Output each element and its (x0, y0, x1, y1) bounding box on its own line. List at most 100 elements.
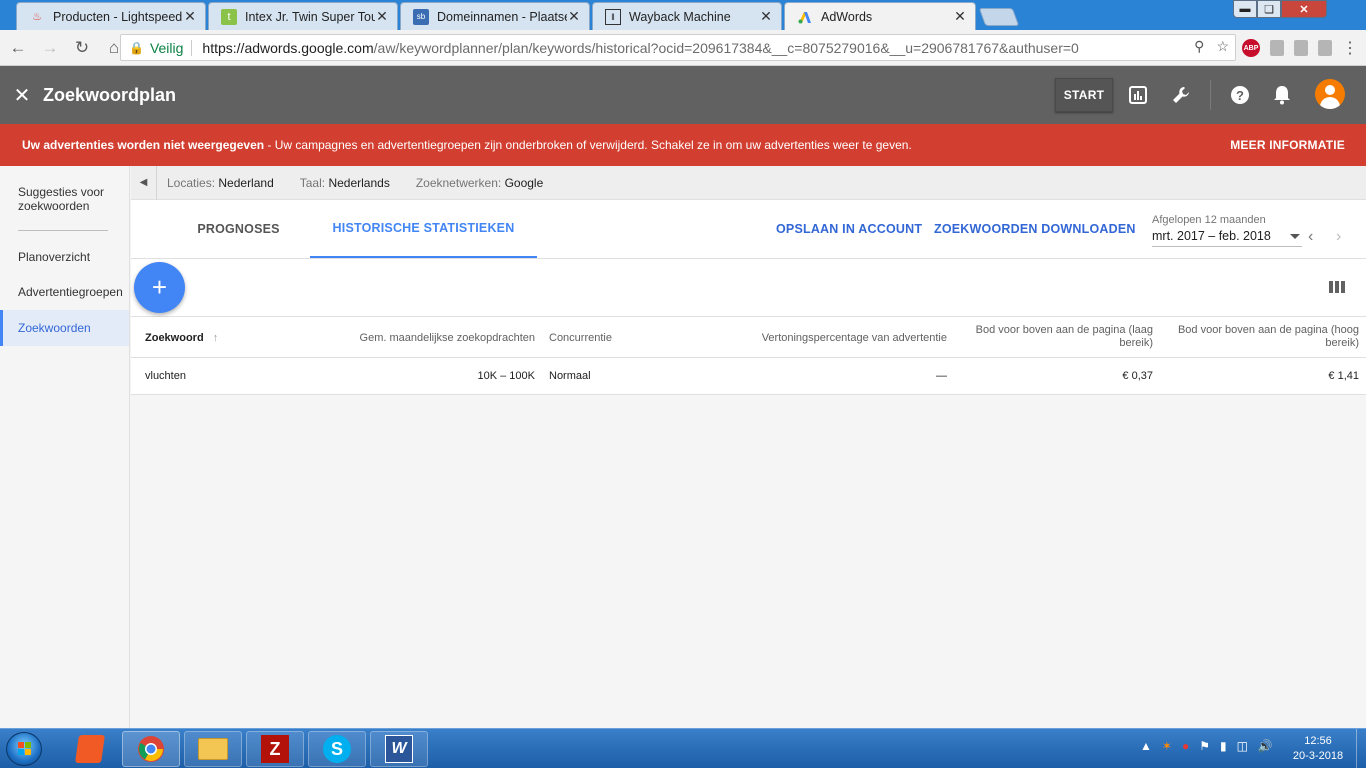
cell-bid-low: € 0,37 (1122, 370, 1153, 382)
header-competition[interactable]: Concurrentie (549, 332, 612, 345)
sidebar-item-plan-overview[interactable]: Planoverzicht (0, 250, 129, 264)
taskbar-app-acrobat-icon[interactable] (62, 732, 118, 766)
header-bid-high[interactable]: Bod voor boven aan de pagina (hoog berei… (1169, 324, 1359, 350)
tab-prognoses[interactable]: PROGNOSES (171, 200, 306, 258)
chevron-right-icon[interactable]: › (1336, 228, 1341, 246)
sidebar-item-keywords[interactable]: Zoekwoorden (0, 310, 129, 346)
columns-icon[interactable] (1329, 281, 1345, 293)
close-tab-icon[interactable]: ✕ (567, 8, 581, 25)
sb-icon: sb (413, 8, 429, 25)
collapse-sidebar-icon[interactable]: ◀ (131, 165, 157, 200)
forward-arrow-icon[interactable]: → (36, 34, 64, 62)
language-filter[interactable]: Taal: Nederlands (300, 176, 390, 190)
battery-icon[interactable]: ◫ (1237, 739, 1248, 753)
clock-date: 20-3-2018 (1292, 750, 1344, 762)
network-icon[interactable]: ▮ (1220, 739, 1227, 753)
download-keywords-button[interactable]: ZOEKWOORDEN DOWNLOADEN (934, 222, 1136, 236)
alert-tray-icon[interactable]: ● (1182, 739, 1189, 753)
alert-text: - Uw campagnes en advertentiegroepen zij… (264, 138, 912, 152)
add-keyword-button[interactable]: + (134, 262, 185, 313)
reload-icon[interactable]: ↻ (68, 34, 96, 62)
table-header: Zoekwoord ↑ Gem. maandelijkse zoekopdrac… (131, 317, 1366, 358)
save-to-account-button[interactable]: OPSLAAN IN ACCOUNT (776, 222, 922, 236)
chrome-menu-icon[interactable]: ⋮ (1342, 38, 1358, 58)
adblock-plus-icon[interactable]: ABP (1242, 39, 1260, 57)
close-tab-icon[interactable]: ✕ (375, 8, 389, 25)
taskbar-clock[interactable]: 12:56 20-3-2018 (1286, 734, 1350, 764)
header-avg-monthly-searches[interactable]: Gem. maandelijkse zoekopdrachten (345, 332, 535, 345)
tab-historical-stats[interactable]: HISTORISCHE STATISTIEKEN (310, 200, 537, 258)
extensions-area: ABP ⋮ (1242, 38, 1358, 58)
volume-icon[interactable]: 🔊 (1258, 739, 1273, 753)
start-button[interactable]: START (1055, 78, 1113, 112)
header-keyword[interactable]: Zoekwoord ↑ (145, 332, 218, 345)
taskbar-app-word-icon[interactable]: W (370, 731, 428, 767)
filter-key: Zoeknetwerken: (415, 175, 502, 190)
show-desktop-button[interactable] (1356, 729, 1366, 768)
sidebar-item-ad-groups[interactable]: Advertentiegroepen (0, 285, 129, 299)
cell-keyword: vluchten (145, 370, 186, 382)
toolbar-row: + (131, 259, 1366, 317)
extension-icon[interactable] (1318, 40, 1332, 56)
help-icon[interactable]: ? (1227, 82, 1253, 108)
taskbar-app-skype-icon[interactable]: S (308, 731, 366, 767)
show-hidden-icons-icon[interactable]: ▲ (1140, 739, 1152, 753)
url-path: /aw/keywordplanner/plan/keywords/histori… (373, 39, 1079, 56)
tab-title: Domeinnamen - Plaatser (437, 9, 567, 24)
green-t-icon: t (221, 8, 237, 25)
new-tab-button[interactable] (978, 8, 1020, 26)
header-bid-low[interactable]: Bod voor boven aan de pagina (laag berei… (963, 324, 1153, 350)
filter-key: Taal: (299, 175, 326, 190)
location-filter[interactable]: Locaties: Nederland (167, 176, 274, 190)
avatar[interactable] (1315, 79, 1345, 109)
table-row[interactable]: vluchten 10K – 100K Normaal — € 0,37 € 1… (131, 358, 1366, 395)
extension-icon[interactable] (1294, 40, 1308, 56)
start-orb-icon[interactable] (6, 732, 42, 766)
browser-tab-adwords[interactable]: AdWords ✕ (784, 2, 976, 30)
page-title: Zoekwoordplan (43, 84, 177, 105)
close-tab-icon[interactable]: ✕ (953, 8, 967, 25)
browser-tab-intex[interactable]: t Intex Jr. Twin Super Toug ✕ (208, 2, 398, 30)
close-tab-icon[interactable]: ✕ (759, 8, 773, 25)
browser-tab-domeinnamen[interactable]: sb Domeinnamen - Plaatser ✕ (400, 2, 590, 30)
archive-icon: ‖ (605, 8, 621, 25)
taskbar-app-explorer-icon[interactable] (184, 731, 242, 767)
close-tab-icon[interactable]: ✕ (183, 8, 197, 25)
ads-not-showing-alert: Uw advertenties worden niet weergegeven … (0, 124, 1366, 166)
extension-icon[interactable] (1270, 40, 1284, 56)
network-filter[interactable]: Zoeknetwerken: Google (416, 176, 543, 190)
avast-icon[interactable]: ✶ (1162, 739, 1172, 753)
action-center-icon[interactable]: ⚑ (1199, 739, 1210, 753)
secure-label: Veilig (150, 39, 193, 56)
minimize-button[interactable]: ▬ (1233, 0, 1257, 18)
browser-toolbar: ← → ↻ ⌂ 🔒 Veilig https://adwords.google.… (0, 30, 1366, 66)
reports-icon[interactable] (1125, 82, 1151, 108)
lock-icon: 🔒 (129, 40, 144, 55)
close-window-button[interactable]: ✕ (1281, 0, 1327, 18)
chevron-left-icon[interactable]: ‹ (1308, 228, 1313, 246)
more-info-link[interactable]: MEER INFORMATIE (1230, 138, 1345, 152)
svg-text:?: ? (1236, 88, 1244, 103)
taskbar-app-filezilla-icon[interactable]: Z (246, 731, 304, 767)
filter-value: Nederlands (328, 175, 390, 190)
bookmark-star-icon[interactable]: ☆ (1216, 38, 1229, 55)
header-impression-share[interactable]: Vertoningspercentage van advertentie (731, 332, 947, 345)
browser-tab-lightspeed[interactable]: ♨ Producten - Lightspeed e ✕ (16, 2, 206, 30)
back-arrow-icon[interactable]: ← (4, 34, 32, 62)
wrench-icon[interactable] (1168, 82, 1194, 108)
sidebar: Suggesties voor zoekwoorden Planoverzich… (0, 166, 130, 728)
alert-message: Uw advertenties worden niet weergegeven … (22, 138, 912, 152)
date-range-picker[interactable]: Afgelopen 12 maanden mrt. 2017 – feb. 20… (1152, 214, 1302, 247)
sidebar-item-keyword-suggestions[interactable]: Suggesties voor zoekwoorden (0, 185, 129, 213)
browser-tab-wayback[interactable]: ‖ Wayback Machine ✕ (592, 2, 782, 30)
maximize-button[interactable]: ❏ (1257, 0, 1281, 18)
adwords-icon (797, 9, 813, 25)
taskbar-app-chrome-icon[interactable] (122, 731, 180, 767)
notifications-bell-icon[interactable] (1269, 82, 1295, 108)
filter-key: Locaties: (167, 175, 216, 190)
zoom-search-icon[interactable]: ⚲ (1194, 38, 1204, 55)
dropdown-caret-icon (1290, 234, 1300, 239)
close-icon[interactable]: ✕ (11, 83, 33, 108)
address-bar[interactable]: 🔒 Veilig https://adwords.google.com/aw/k… (120, 34, 1236, 61)
sort-arrow-up-icon: ↑ (212, 332, 219, 344)
